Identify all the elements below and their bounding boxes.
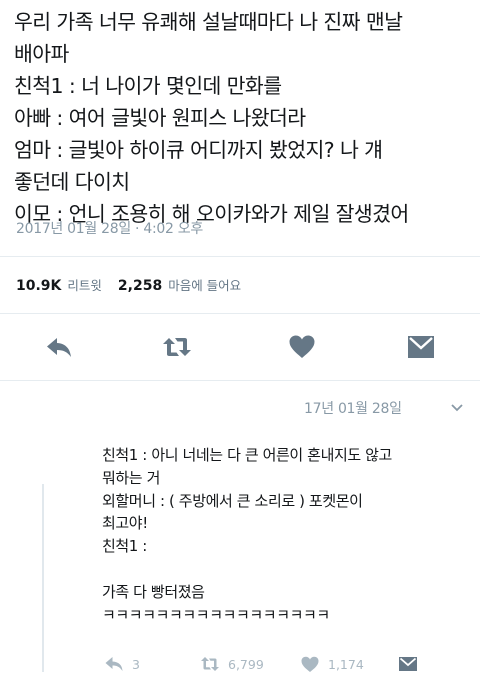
divider: [0, 380, 480, 381]
like-count[interactable]: 2,258: [118, 278, 162, 294]
like-label[interactable]: 마음에 들어요: [168, 275, 241, 294]
reply-header: 17년 01월 28일: [0, 398, 480, 422]
direct-message-icon: [399, 657, 417, 671]
direct-message-icon[interactable]: [406, 332, 436, 362]
retweet-count[interactable]: 10.9K: [16, 278, 61, 294]
reply-icon: [105, 657, 123, 671]
conversation-thread-line: [42, 484, 44, 672]
tweet-line: 배아파: [14, 42, 69, 66]
tweet-action-bar: [0, 330, 480, 366]
reply-count: 3: [132, 656, 140, 672]
divider: [0, 313, 480, 314]
heart-icon: [301, 656, 319, 672]
reply-retweet-button[interactable]: 6,799: [200, 654, 264, 674]
tweet-stats: 10.9K 리트윗 2,258 마음에 들어요: [16, 275, 257, 294]
reply-icon[interactable]: [44, 332, 74, 362]
reply-reply-button[interactable]: 3: [104, 654, 140, 674]
divider: [0, 256, 480, 257]
retweet-icon[interactable]: [162, 332, 192, 362]
like-count: 1,174: [328, 656, 364, 672]
tweet-line: 엄마 : 글빛아 하이큐 어디까지 봤었지? 나 걔: [14, 138, 383, 162]
retweet-label[interactable]: 리트윗: [67, 275, 102, 294]
heart-icon[interactable]: [287, 332, 317, 362]
reply-line: [102, 558, 472, 581]
chevron-down-icon[interactable]: [448, 398, 466, 416]
reply-line: ㅋㅋㅋㅋㅋㅋㅋㅋㅋㅋㅋㅋㅋㅋㅋㅋㅋ: [102, 605, 330, 624]
reply-date[interactable]: 17년 01월 28일: [304, 398, 402, 418]
reply-text: 친척1 : 아니 너네는 다 큰 어른이 혼내지도 않고 뭐하는 거 외할머니 …: [102, 444, 472, 626]
reply-like-button[interactable]: 1,174: [300, 654, 364, 674]
reply-dm-button[interactable]: [398, 654, 418, 674]
tweet-line: 친척1 : 너 나이가 몇인데 만화를: [14, 74, 282, 98]
reply-line: 친척1 : 아니 너네는 다 큰 어른이 혼내지도 않고: [102, 446, 392, 464]
reply-action-bar: 3 6,799 1,174: [0, 654, 480, 674]
retweet-icon: [201, 657, 219, 671]
tweet-line: 좋던데 다이치: [14, 170, 130, 194]
reply-line: 친척1 :: [102, 537, 147, 556]
tweet-line: 우리 가족 너무 유쾌해 설날때마다 나 진짜 맨날: [14, 10, 403, 34]
reply-line: 최고야!: [102, 514, 148, 533]
tweet-line: 아빠 : 여어 글빛아 원피스 나왔더라: [14, 106, 306, 130]
tweet-timestamp[interactable]: 2017년 01월 28일 · 4:02 오후: [16, 218, 203, 238]
reply-line: 가족 다 빵터졌음: [102, 582, 205, 601]
reply-line: 뭐하는 거: [102, 468, 160, 487]
reply-line: 외할머니 : ( 주방에서 큰 소리로 ) 포켓몬이: [102, 491, 363, 510]
tweet-text: 우리 가족 너무 유쾌해 설날때마다 나 진짜 맨날 배아파 친척1 : 너 나…: [14, 6, 470, 230]
retweet-count: 6,799: [228, 656, 264, 672]
